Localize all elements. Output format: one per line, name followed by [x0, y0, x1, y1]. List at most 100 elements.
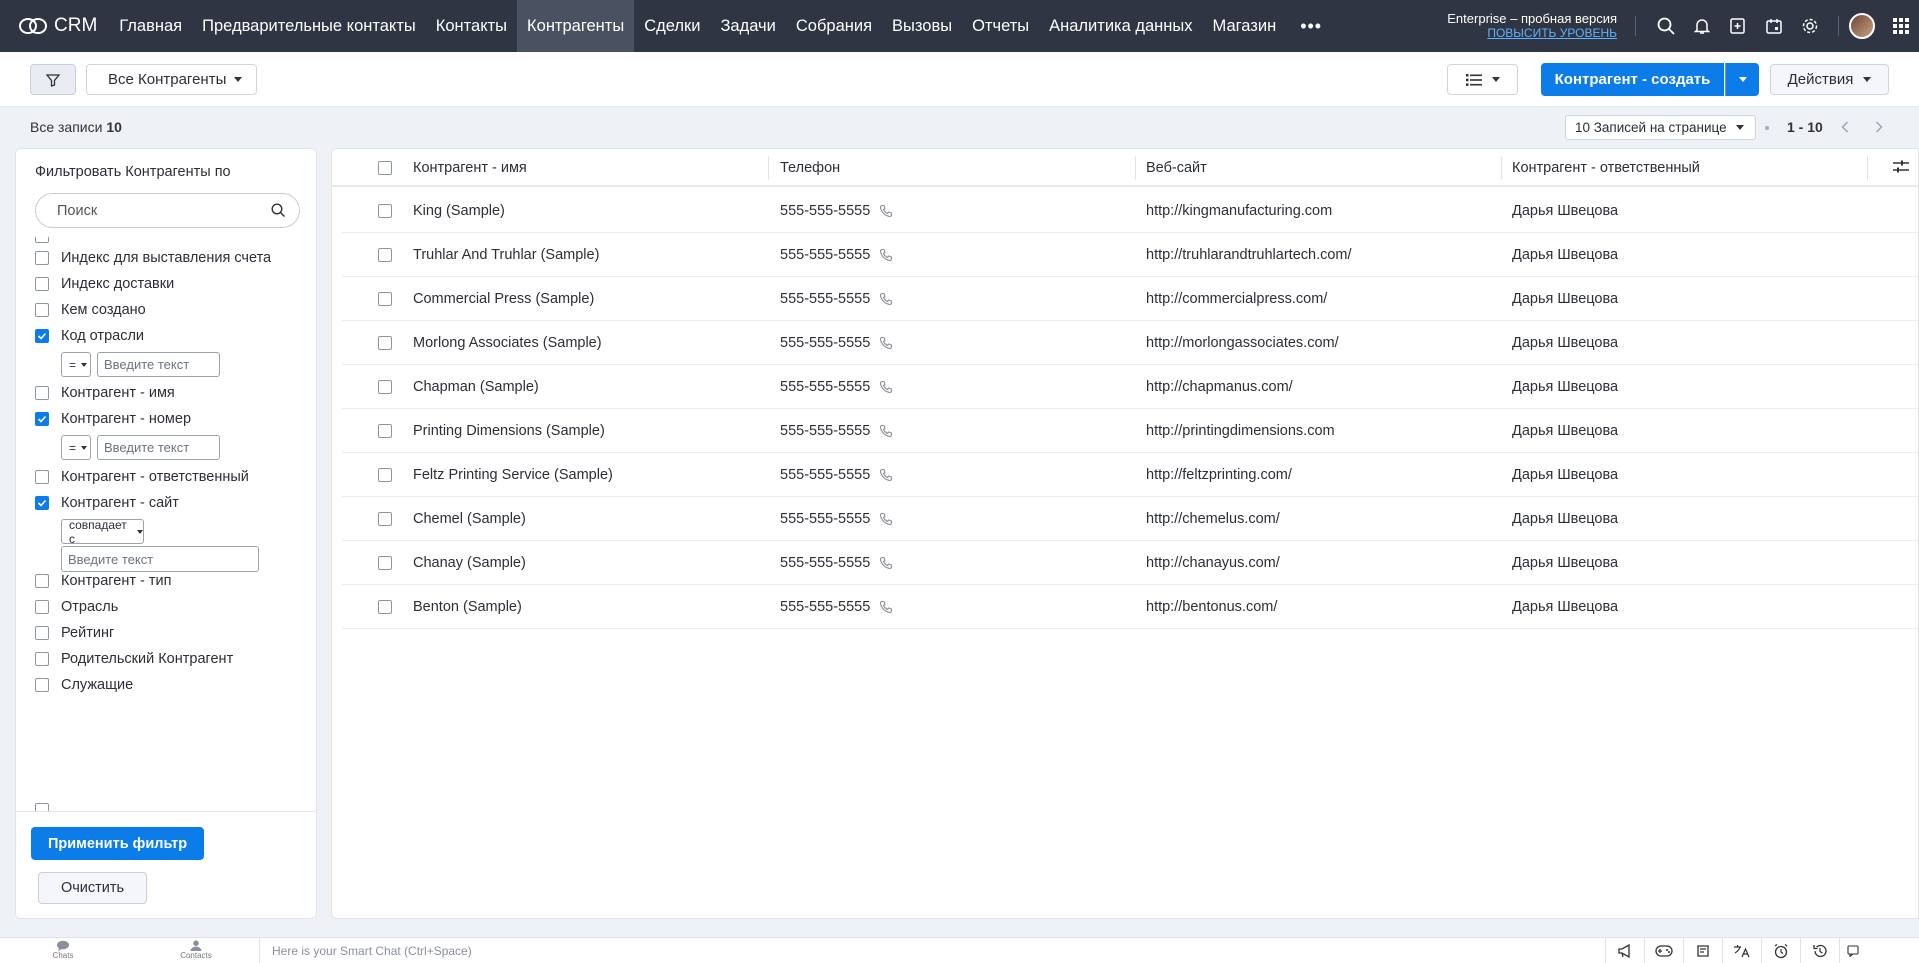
website-cell[interactable]: http://chemelus.com/ — [1146, 497, 1280, 541]
filter-field-item[interactable]: Индекс доставки — [35, 276, 174, 292]
table-row[interactable]: King (Sample) 555-555-5555 http://kingmanu… — [342, 189, 1918, 233]
row-checkbox[interactable] — [378, 468, 392, 482]
create-options-dropdown[interactable] — [1725, 63, 1759, 96]
phone-value[interactable]: 555-555-5555 — [780, 511, 870, 527]
calendar-icon[interactable] — [1756, 0, 1792, 52]
filter-field-item[interactable]: Кем создано — [35, 302, 146, 318]
apply-filter-button[interactable]: Применить фильтр — [31, 827, 204, 860]
phone-call-icon[interactable] — [879, 468, 893, 482]
filter-field-item[interactable]: Контрагент - ответственный — [35, 469, 249, 485]
phone-call-icon[interactable] — [879, 248, 893, 262]
notes-icon[interactable] — [1683, 938, 1722, 963]
phone-call-icon[interactable] — [879, 204, 893, 218]
filter-field-item[interactable]: Код отрасли — [35, 328, 144, 344]
phone-value[interactable]: 555-555-5555 — [780, 599, 870, 615]
create-account-button[interactable]: Контрагент - создать — [1541, 63, 1724, 96]
row-checkbox[interactable] — [378, 424, 392, 438]
alarm-clock-icon[interactable] — [1761, 938, 1800, 963]
account-name-cell[interactable]: Morlong Associates (Sample) — [413, 321, 602, 365]
nav-tab-6[interactable]: Собрания — [786, 0, 882, 52]
chats-button[interactable]: Chats — [33, 940, 93, 960]
website-cell[interactable]: http://commercialpress.com/ — [1146, 277, 1327, 321]
phone-call-icon[interactable] — [879, 336, 893, 350]
view-type-dropdown[interactable] — [1447, 64, 1518, 95]
notifications-bell-icon[interactable] — [1684, 0, 1720, 52]
toggle-filter-button[interactable] — [30, 64, 76, 95]
website-cell[interactable]: http://bentonus.com/ — [1146, 585, 1277, 629]
phone-call-icon[interactable] — [879, 292, 893, 306]
website-cell[interactable]: http://truhlarandtruhlartech.com/ — [1146, 233, 1352, 277]
phone-value[interactable]: 555-555-5555 — [780, 555, 870, 571]
table-row[interactable]: Truhlar And Truhlar (Sample) 555-555-5555… — [342, 233, 1918, 277]
column-header-owner[interactable]: Контрагент - ответственный — [1512, 149, 1700, 187]
filter-field-item[interactable]: Родительский Контрагент — [35, 651, 233, 667]
account-name-cell[interactable]: Feltz Printing Service (Sample) — [413, 453, 613, 497]
row-checkbox[interactable] — [378, 600, 392, 614]
nav-tab-1[interactable]: Предварительные контакты — [192, 0, 426, 52]
history-icon[interactable] — [1800, 938, 1839, 963]
filter-operator-dropdown[interactable]: совпадает с — [61, 518, 144, 546]
filter-field-checkbox[interactable] — [35, 678, 49, 692]
filter-search-input[interactable]: Поиск — [35, 193, 300, 228]
website-cell[interactable]: http://chapmanus.com/ — [1146, 365, 1293, 409]
crm-logo[interactable]: CRM — [0, 0, 109, 52]
nav-tab-4[interactable]: Сделки — [634, 0, 710, 52]
filter-field-checkbox[interactable] — [35, 600, 49, 614]
row-checkbox[interactable] — [378, 512, 392, 526]
filter-field-item[interactable]: Контрагент - имя — [35, 385, 175, 401]
row-checkbox[interactable] — [378, 556, 392, 570]
clear-filter-button[interactable]: Очистить — [38, 872, 147, 904]
nav-tab-8[interactable]: Отчеты — [962, 0, 1039, 52]
phone-call-icon[interactable] — [879, 556, 893, 570]
phone-call-icon[interactable] — [879, 512, 893, 526]
gamepad-icon[interactable] — [1644, 938, 1683, 963]
apps-grid-icon[interactable] — [1883, 0, 1919, 52]
phone-value[interactable]: 555-555-5555 — [780, 247, 870, 263]
table-row[interactable]: Morlong Associates (Sample) 555-555-5555 h… — [342, 321, 1918, 365]
phone-value[interactable]: 555-555-5555 — [780, 467, 870, 483]
account-name-cell[interactable]: Chapman (Sample) — [413, 365, 539, 409]
filter-field-checkbox[interactable] — [35, 277, 49, 291]
website-cell[interactable]: http://feltzprinting.com/ — [1146, 453, 1292, 497]
records-per-page-dropdown[interactable]: 10 Записей на странице — [1565, 115, 1756, 140]
account-name-cell[interactable]: King (Sample) — [413, 189, 505, 233]
filter-field-checkbox[interactable] — [35, 251, 49, 265]
filter-operator-dropdown[interactable]: = — [61, 435, 91, 460]
upgrade-link[interactable]: ПОВЫСИТЬ УРОВЕНЬ — [1447, 26, 1617, 41]
filter-value-input[interactable]: Введите текст — [61, 546, 259, 572]
account-name-cell[interactable]: Benton (Sample) — [413, 585, 522, 629]
custom-view-dropdown[interactable]: Все Контрагенты — [86, 64, 257, 95]
filter-field-item[interactable]: Служащие — [35, 677, 133, 693]
announcement-megaphone-icon[interactable] — [1605, 938, 1644, 963]
user-avatar[interactable] — [1849, 13, 1875, 39]
phone-value[interactable]: 555-555-5555 — [780, 379, 870, 395]
nav-tab-9[interactable]: Аналитика данных — [1039, 0, 1202, 52]
contacts-button[interactable]: Contacts — [166, 940, 226, 960]
phone-call-icon[interactable] — [879, 600, 893, 614]
filter-field-checkbox[interactable] — [35, 626, 49, 640]
table-row[interactable]: Benton (Sample) 555-555-5555 http://benton… — [342, 585, 1918, 629]
phone-call-icon[interactable] — [879, 380, 893, 394]
account-name-cell[interactable]: Chemel (Sample) — [413, 497, 526, 541]
phone-call-icon[interactable] — [879, 424, 893, 438]
nav-tab-3[interactable]: Контрагенты — [517, 0, 635, 52]
table-row[interactable]: Printing Dimensions (Sample) 555-555-5555… — [342, 409, 1918, 453]
nav-tab-0[interactable]: Главная — [109, 0, 192, 52]
translate-icon[interactable] — [1722, 938, 1761, 963]
select-all-checkbox[interactable] — [378, 161, 392, 175]
website-cell[interactable]: http://printingdimensions.com — [1146, 409, 1335, 453]
website-cell[interactable]: http://kingmanufacturing.com — [1146, 189, 1332, 233]
table-row[interactable]: Commercial Press (Sample) 555-555-5555 htt… — [342, 277, 1918, 321]
account-name-cell[interactable]: Commercial Press (Sample) — [413, 277, 594, 321]
row-checkbox[interactable] — [378, 248, 392, 262]
phone-value[interactable]: 555-555-5555 — [780, 291, 870, 307]
feedback-icon[interactable] — [1839, 938, 1865, 963]
filter-field-item[interactable]: Индекс для выставления счета — [35, 250, 271, 266]
phone-value[interactable]: 555-555-5555 — [780, 335, 870, 351]
filter-field-checkbox[interactable] — [35, 412, 49, 426]
filter-field-checkbox[interactable] — [35, 386, 49, 400]
filter-field-checkbox[interactable] — [35, 303, 49, 317]
column-header-phone[interactable]: Телефон — [780, 149, 840, 187]
column-settings-icon[interactable] — [1892, 159, 1910, 175]
checkbox[interactable] — [35, 237, 49, 243]
